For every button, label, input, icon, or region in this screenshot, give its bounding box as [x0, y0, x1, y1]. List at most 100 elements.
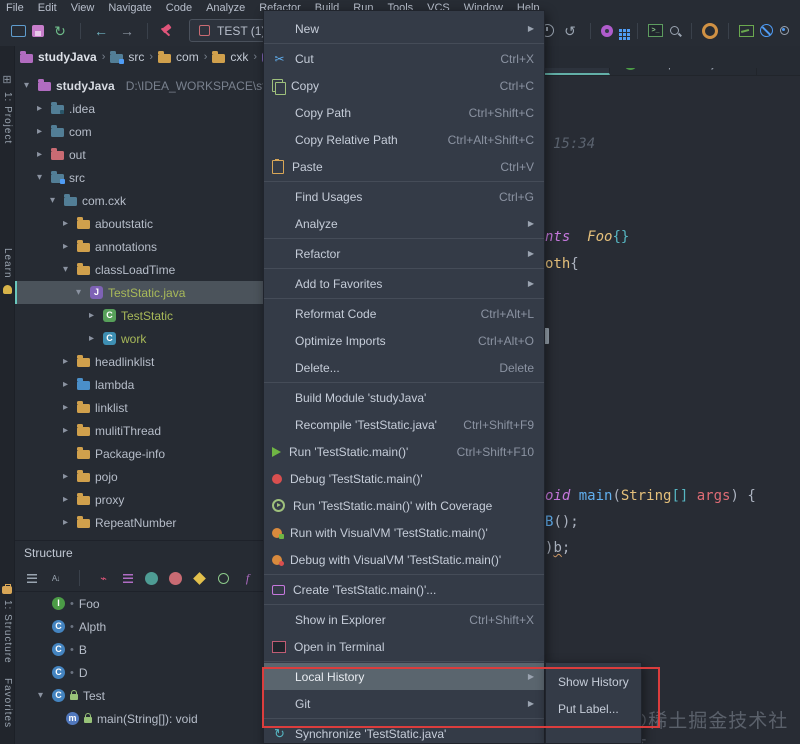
- az-icon[interactable]: [48, 571, 63, 586]
- annotations-folder-icon: [77, 240, 90, 252]
- menu-item-label: Git: [295, 696, 311, 711]
- menu-item-build-module-studyjava[interactable]: Build Module 'studyJava': [264, 384, 544, 411]
- crumb-cxk[interactable]: cxk: [230, 50, 248, 64]
- copy-icon: [272, 79, 286, 95]
- monitor-icon[interactable]: [739, 24, 754, 37]
- save-icon[interactable]: [32, 24, 44, 37]
- chevron-right-icon[interactable]: ▸: [33, 126, 46, 137]
- menu-item-refactor[interactable]: Refactor ▶: [264, 240, 544, 267]
- search-icon[interactable]: [669, 25, 681, 37]
- toolbar-separator: [728, 22, 729, 39]
- menu-item-run-with-visualvm-teststatic-main[interactable]: Run with VisualVM 'TestStatic.main()': [264, 519, 544, 546]
- chevron-right-icon[interactable]: ▸: [59, 379, 72, 390]
- menu-file[interactable]: File: [6, 2, 24, 14]
- settings-icon[interactable]: [601, 24, 613, 37]
- lines-icon[interactable]: [24, 571, 39, 586]
- diamond-icon[interactable]: [192, 571, 207, 586]
- menu-item-local-history[interactable]: Local History ▶: [264, 663, 544, 690]
- menu-item-copy-path[interactable]: Copy Path Ctrl+Shift+C: [264, 99, 544, 126]
- menu-item-shortcut: Ctrl+G: [498, 189, 534, 204]
- menu-item-new[interactable]: New ▶: [264, 15, 544, 42]
- reset-icon[interactable]: [560, 22, 580, 40]
- chevron-right-icon[interactable]: ▸: [59, 241, 72, 252]
- menu-item-recompile-teststatic-java[interactable]: Recompile 'TestStatic.java' Ctrl+Shift+F9: [264, 411, 544, 438]
- menu-item-synchronize-teststatic-java[interactable]: Synchronize 'TestStatic.java': [264, 720, 544, 743]
- chevron-down-icon[interactable]: ▾: [20, 80, 33, 91]
- menu-item-copy[interactable]: Copy Ctrl+C: [264, 72, 544, 99]
- chevron-right-icon[interactable]: ▸: [59, 218, 72, 229]
- stripe-tab-favorites[interactable]: Favorites: [0, 678, 14, 728]
- chevron-right-icon[interactable]: ▸: [85, 333, 98, 344]
- menu-item-delete[interactable]: Delete... Delete: [264, 354, 544, 381]
- find-icon[interactable]: [779, 25, 791, 37]
- crumb-src[interactable]: src: [128, 50, 144, 64]
- menu-item-shortcut: Ctrl+Alt+O: [477, 333, 534, 348]
- menu-navigate[interactable]: Navigate: [108, 2, 151, 14]
- menu-item-copy-relative-path[interactable]: Copy Relative Path Ctrl+Alt+Shift+C: [264, 126, 544, 153]
- chevron-right-icon[interactable]: ▸: [59, 402, 72, 413]
- menu-edit[interactable]: Edit: [38, 2, 57, 14]
- chevron-right-icon[interactable]: ▸: [59, 356, 72, 367]
- submenu-item-show-history[interactable]: Show History: [546, 668, 641, 695]
- chevron-right-icon[interactable]: ▸: [85, 310, 98, 321]
- submenu-item-put-label[interactable]: Put Label...: [546, 695, 641, 722]
- f-icon[interactable]: [240, 571, 255, 586]
- structure-item-label: Alpth: [78, 619, 107, 634]
- block-icon[interactable]: [760, 24, 773, 37]
- grid-icon[interactable]: [619, 29, 622, 32]
- crumb-com[interactable]: com: [176, 50, 199, 64]
- chevron-down-icon[interactable]: ▾: [34, 690, 47, 701]
- chevron-down-icon[interactable]: ▾: [46, 195, 59, 206]
- menu-analyze[interactable]: Analyze: [206, 2, 245, 14]
- stripe-tab-project[interactable]: 1: Project: [0, 92, 14, 144]
- forward-icon[interactable]: [117, 22, 137, 40]
- list-icon[interactable]: [120, 571, 135, 586]
- chevron-right-icon[interactable]: ▸: [59, 425, 72, 436]
- menu-item-run-teststatic-main[interactable]: Run 'TestStatic.main()' Ctrl+Shift+F10: [264, 438, 544, 465]
- menu-item-debug-with-visualvm-teststatic-main[interactable]: Debug with VisualVM 'TestStatic.main()': [264, 546, 544, 573]
- menu-item-debug-teststatic-main[interactable]: Debug 'TestStatic.main()': [264, 465, 544, 492]
- submenu-arrow-icon: ▶: [527, 24, 534, 33]
- target-icon[interactable]: [216, 571, 231, 586]
- chevron-right-icon[interactable]: ▸: [33, 149, 46, 160]
- chevron-down-icon[interactable]: ▾: [72, 287, 85, 298]
- hammer-icon[interactable]: [158, 23, 174, 39]
- chevron-right-icon[interactable]: ▸: [59, 517, 72, 528]
- menu-code[interactable]: Code: [166, 2, 192, 14]
- menu-item-reformat-code[interactable]: Reformat Code Ctrl+Alt+L: [264, 300, 544, 327]
- lock-icon[interactable]: [168, 571, 183, 586]
- stripe-tab-structure[interactable]: 1: Structure: [0, 600, 14, 664]
- menu-item-git[interactable]: Git ▶: [264, 690, 544, 717]
- stripe-tab-learn[interactable]: Learn: [0, 248, 14, 279]
- menu-item-optimize-imports[interactable]: Optimize Imports Ctrl+Alt+O: [264, 327, 544, 354]
- menu-separator: [264, 268, 544, 269]
- menu-item-label: Create 'TestStatic.main()'...: [293, 582, 437, 597]
- menu-item-paste[interactable]: Paste Ctrl+V: [264, 153, 544, 180]
- menu-item-add-to-favorites[interactable]: Add to Favorites ▶: [264, 270, 544, 297]
- menu-item-analyze[interactable]: Analyze ▶: [264, 210, 544, 237]
- menu-item-open-in-terminal[interactable]: Open in Terminal: [264, 633, 544, 660]
- menu-item-run-teststatic-main-with-coverage[interactable]: Run 'TestStatic.main()' with Coverage: [264, 492, 544, 519]
- menu-item-find-usages[interactable]: Find Usages Ctrl+G: [264, 183, 544, 210]
- terminal-icon[interactable]: [648, 24, 663, 37]
- menu-item-create-teststatic-main[interactable]: Create 'TestStatic.main()'...: [264, 576, 544, 603]
- chevron-right-icon[interactable]: ▸: [59, 494, 72, 505]
- toolbar-separator: [691, 22, 692, 39]
- chevron-right-icon[interactable]: ▸: [59, 471, 72, 482]
- chevron-down-icon[interactable]: ▾: [59, 264, 72, 275]
- menu-item-show-in-explorer[interactable]: Show in Explorer Ctrl+Shift+X: [264, 606, 544, 633]
- menu-view[interactable]: View: [71, 2, 95, 14]
- refresh-icon[interactable]: [50, 22, 70, 40]
- back-icon[interactable]: [91, 22, 111, 40]
- tag-icon[interactable]: [144, 571, 159, 586]
- idea-folder-icon: [51, 102, 64, 114]
- ide-window: File Edit View Navigate Code Analyze Refactor B…: [0, 0, 800, 744]
- chevron-right-icon[interactable]: ▸: [33, 103, 46, 114]
- chevron-down-icon[interactable]: ▾: [33, 172, 46, 183]
- menu-item-cut[interactable]: Cut Ctrl+X: [264, 45, 544, 72]
- open-folder-icon[interactable]: [11, 24, 26, 37]
- crumb-studyjava[interactable]: studyJava: [38, 50, 97, 64]
- plugin-icon[interactable]: [702, 22, 718, 39]
- run-icon[interactable]: [96, 571, 111, 586]
